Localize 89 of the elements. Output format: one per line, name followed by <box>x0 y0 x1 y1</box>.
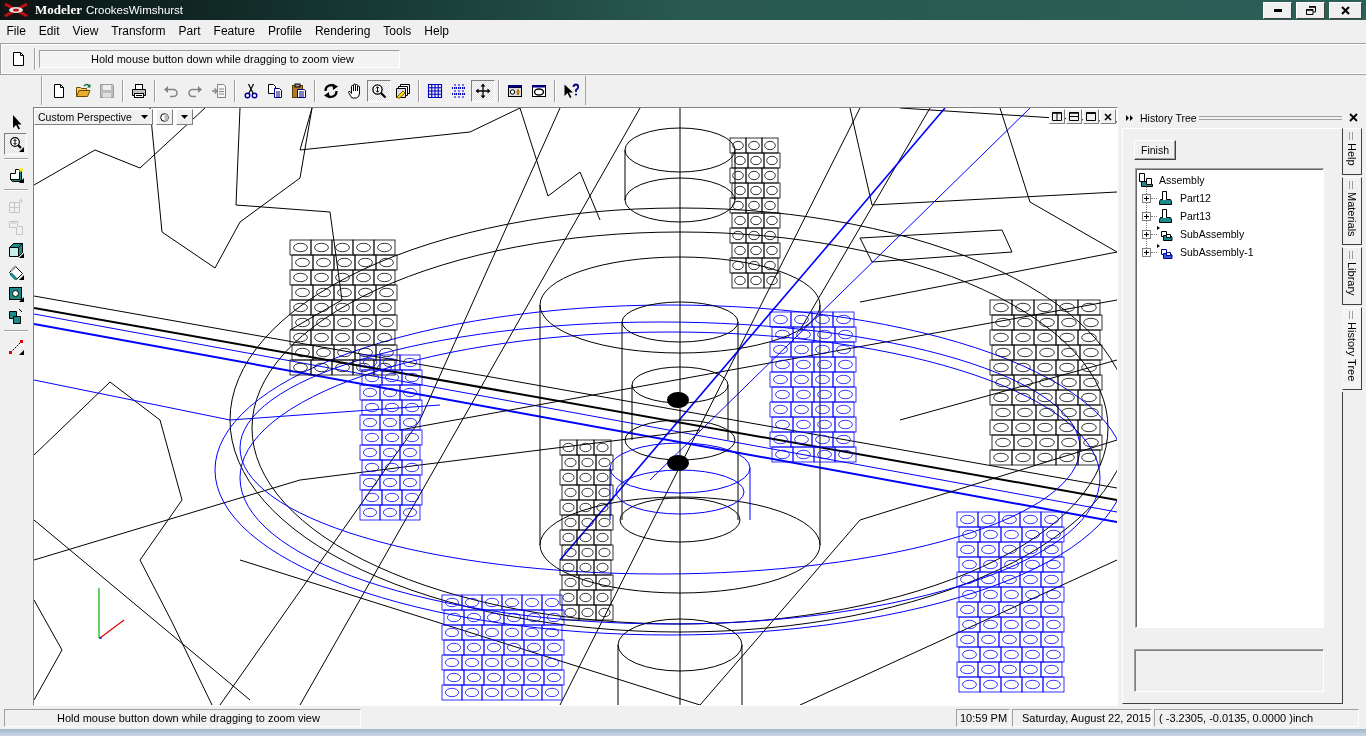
tree-item[interactable]: SubAssembly <box>1180 228 1245 240</box>
grid-star-icon <box>7 198 24 214</box>
zoom-button[interactable] <box>367 79 391 102</box>
document-arrow-icon <box>211 82 227 99</box>
lens-frame-icon <box>531 82 547 99</box>
close-button[interactable] <box>1329 1 1362 19</box>
shading-menu-button[interactable] <box>176 109 193 125</box>
menu-item[interactable]: View <box>66 22 105 40</box>
wedge-block-icon <box>7 264 24 280</box>
line-segment-icon <box>7 339 24 355</box>
close-icon <box>1104 112 1112 121</box>
caret-icon <box>141 115 148 119</box>
panel-tab[interactable]: Materials <box>1342 176 1362 246</box>
hand-icon <box>347 82 363 99</box>
corner-frame-icon <box>7 220 24 236</box>
hint-message: Hold mouse button down while dragging to zoom view <box>39 50 400 68</box>
split-vertical-icon <box>1052 112 1062 121</box>
circle-icon <box>160 112 169 122</box>
rotate-arrows-icon <box>323 82 339 99</box>
shading-button[interactable] <box>156 109 173 125</box>
extrude-block-icon <box>7 167 24 183</box>
panel-tab[interactable]: History Tree <box>1342 306 1362 391</box>
status-date: Saturday, August 22, 2015 <box>1012 709 1152 727</box>
cube-icon <box>7 242 24 258</box>
zoom-flyout-button[interactable] <box>4 133 27 155</box>
menu-item[interactable]: Feature <box>207 22 262 40</box>
maximize-icon <box>1086 112 1096 121</box>
document-name: CrookesWimshurst <box>85 4 184 16</box>
camera-icon <box>507 82 523 99</box>
status-message: Hold mouse button down while dragging to zoom view <box>4 709 361 727</box>
clipboard-icon <box>291 82 307 99</box>
expand-icon[interactable] <box>1142 211 1151 221</box>
stacked-cubes-icon <box>7 308 24 324</box>
minimize-icon <box>1273 8 1282 12</box>
move-arrows-icon <box>475 82 491 99</box>
menu-item[interactable]: Tools <box>376 22 418 40</box>
status-coordinates: ( -3.2305, -0.0135, 0.0000 )inch <box>1154 709 1359 727</box>
menu-item[interactable]: Profile <box>261 22 309 40</box>
status-time: 10:59 PM <box>956 709 1010 727</box>
close-panel-button[interactable] <box>1347 111 1359 124</box>
menu-item[interactable]: File <box>0 22 33 40</box>
tree-item[interactable]: SubAssembly-1 <box>1180 246 1254 258</box>
wireframe-model-drawing[interactable] <box>34 108 1117 705</box>
split-vertical-button[interactable] <box>1049 109 1065 124</box>
close-icon <box>1341 5 1350 15</box>
magnifier-icon <box>371 82 387 99</box>
folder-icon <box>75 82 91 99</box>
printer-icon <box>131 82 147 99</box>
restore-button[interactable] <box>1296 1 1325 19</box>
document-icon <box>51 82 67 99</box>
panel-title: History Tree <box>1140 111 1197 124</box>
panel-tab[interactable]: Help <box>1342 128 1362 175</box>
tree-item[interactable]: Assembly <box>1159 174 1205 186</box>
panel-tab[interactable]: Library <box>1342 247 1362 305</box>
close-view-button[interactable] <box>1100 109 1116 124</box>
finish-button[interactable]: Finish <box>1134 140 1176 160</box>
split-horizontal-icon <box>1069 112 1079 121</box>
copy-icon <box>267 82 283 99</box>
assembly-icon <box>1138 172 1154 188</box>
menu-item[interactable]: Edit <box>32 22 67 40</box>
app-name: Modeler <box>35 2 82 18</box>
split-horizontal-button[interactable] <box>1066 109 1082 124</box>
caret-icon <box>181 115 188 119</box>
help-pointer-icon <box>563 82 579 99</box>
double-arrow-icon[interactable] <box>1126 114 1133 121</box>
expand-icon[interactable] <box>1142 247 1151 257</box>
close-icon <box>1348 113 1358 122</box>
stacked-sheets-icon <box>395 82 411 99</box>
hole-block-icon <box>7 286 24 302</box>
restore-icon <box>1305 5 1316 15</box>
menu-item[interactable]: Part <box>172 22 208 40</box>
maximize-view-button[interactable] <box>1083 109 1099 124</box>
dotted-grid-icon <box>451 82 467 99</box>
grid-icon <box>427 82 443 99</box>
expand-icon[interactable] <box>1142 193 1151 203</box>
minimize-button[interactable] <box>1263 1 1292 19</box>
move-button[interactable] <box>471 79 495 102</box>
view-dropdown[interactable]: Custom Perspective <box>34 109 153 125</box>
tree-item[interactable]: Part12 <box>1180 192 1211 204</box>
axis-triad-icon <box>96 588 126 640</box>
document-icon <box>12 51 26 67</box>
scissors-icon <box>243 82 259 99</box>
menu-item[interactable]: Transform <box>104 22 173 40</box>
menu-item[interactable]: Rendering <box>308 22 377 40</box>
expand-icon[interactable] <box>1142 229 1151 239</box>
magnifier-icon <box>7 136 24 152</box>
app-logo-icon <box>2 1 30 19</box>
menu-item[interactable]: Help <box>417 22 456 40</box>
tree-item[interactable]: Part13 <box>1180 210 1211 222</box>
